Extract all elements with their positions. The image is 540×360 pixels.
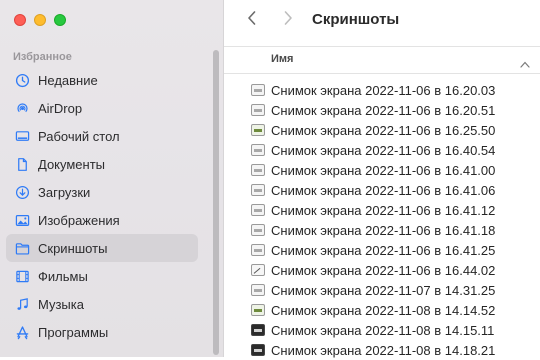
list-item[interactable]: Снимок экрана 2022-11-06 в 16.25.50 <box>224 120 540 140</box>
sidebar-item-recents[interactable]: Недавние <box>6 66 198 94</box>
file-name: Снимок экрана 2022-11-08 в 14.14.52 <box>271 302 496 318</box>
sidebar-item-label: Изображения <box>38 212 120 228</box>
file-name: Снимок экрана 2022-11-08 в 14.18.21 <box>271 342 496 358</box>
close-window-button[interactable] <box>14 14 26 26</box>
image-file-icon <box>251 264 265 276</box>
applications-icon <box>14 324 30 340</box>
sidebar-item-desktop[interactable]: Рабочий стол <box>6 122 198 150</box>
column-header-name[interactable]: Имя <box>224 46 540 74</box>
sidebar-section-title: Избранное <box>13 51 72 63</box>
file-name: Снимок экрана 2022-11-06 в 16.41.00 <box>271 162 496 178</box>
list-item[interactable]: Снимок экрана 2022-11-06 в 16.41.12 <box>224 200 540 220</box>
image-file-icon <box>251 184 265 196</box>
chevron-right-icon <box>282 10 294 31</box>
sidebar-item-applications[interactable]: Программы <box>6 318 198 346</box>
sidebar-item-airdrop[interactable]: AirDrop <box>6 94 198 122</box>
list-item[interactable]: Снимок экрана 2022-11-08 в 14.14.52 <box>224 300 540 320</box>
list-item[interactable]: Снимок экрана 2022-11-08 в 14.18.21 <box>224 340 540 360</box>
sidebar-item-label: Недавние <box>38 72 98 88</box>
file-name: Снимок экрана 2022-11-07 в 14.31.25 <box>271 282 496 298</box>
sidebar-item-label: AirDrop <box>38 100 83 116</box>
folder-icon <box>14 240 30 256</box>
file-name: Снимок экрана 2022-11-06 в 16.44.02 <box>271 262 496 278</box>
sidebar-item-label: Документы <box>38 156 106 172</box>
file-name: Снимок экрана 2022-11-06 в 16.41.18 <box>271 222 496 238</box>
window-controls <box>14 14 66 26</box>
file-name: Снимок экрана 2022-11-06 в 16.41.25 <box>271 242 496 258</box>
sidebar-scrollbar[interactable] <box>213 50 219 355</box>
file-name: Снимок экрана 2022-11-08 в 14.15.11 <box>271 322 495 338</box>
sidebar-item-movies[interactable]: Фильмы <box>6 262 198 290</box>
image-file-icon <box>251 144 265 156</box>
main-pane: Скриншоты Имя Снимок экрана 2022-11-06 в… <box>224 0 540 360</box>
list-item[interactable]: Снимок экрана 2022-11-07 в 14.31.25 <box>224 280 540 300</box>
image-file-icon <box>251 344 265 356</box>
image-file-icon <box>251 284 265 296</box>
download-icon <box>14 184 30 200</box>
photo-icon <box>14 212 30 228</box>
sidebar-item-label: Загрузки <box>38 184 91 200</box>
sidebar-item-label: Музыка <box>38 296 84 312</box>
file-name: Снимок экрана 2022-11-06 в 16.40.54 <box>271 142 496 158</box>
desktop-icon <box>14 128 30 144</box>
sidebar-item-screenshots[interactable]: Скриншоты <box>6 234 198 262</box>
document-icon <box>14 156 30 172</box>
column-header-label: Имя <box>271 53 294 65</box>
sidebar: Избранное Недавние AirDrop Рабочий стол … <box>0 0 224 357</box>
sidebar-item-label: Фильмы <box>38 268 88 284</box>
window-title: Скриншоты <box>312 11 400 28</box>
list-item[interactable]: Снимок экрана 2022-11-06 в 16.41.25 <box>224 240 540 260</box>
file-name: Снимок экрана 2022-11-06 в 16.20.51 <box>271 102 496 118</box>
film-icon <box>14 268 30 284</box>
image-file-icon <box>251 104 265 116</box>
music-icon <box>14 296 30 312</box>
sidebar-list: Недавние AirDrop Рабочий стол Документы … <box>6 66 198 346</box>
sidebar-item-downloads[interactable]: Загрузки <box>6 178 198 206</box>
image-file-icon <box>251 224 265 236</box>
sidebar-item-documents[interactable]: Документы <box>6 150 198 178</box>
list-item[interactable]: Снимок экрана 2022-11-08 в 14.15.11 <box>224 320 540 340</box>
list-item[interactable]: Снимок экрана 2022-11-06 в 16.20.51 <box>224 100 540 120</box>
image-file-icon <box>251 244 265 256</box>
list-item[interactable]: Снимок экрана 2022-11-06 в 16.44.02 <box>224 260 540 280</box>
file-list: Снимок экрана 2022-11-06 в 16.20.03 Сним… <box>224 80 540 360</box>
chevron-left-icon <box>246 10 258 31</box>
back-button[interactable] <box>242 10 262 30</box>
image-file-icon <box>251 324 265 336</box>
image-file-icon <box>251 124 265 136</box>
toolbar: Скриншоты <box>224 0 540 44</box>
sidebar-item-music[interactable]: Музыка <box>6 290 198 318</box>
sidebar-item-label: Рабочий стол <box>38 128 120 144</box>
list-item[interactable]: Снимок экрана 2022-11-06 в 16.41.00 <box>224 160 540 180</box>
minimize-window-button[interactable] <box>34 14 46 26</box>
sidebar-item-label: Скриншоты <box>38 240 108 256</box>
list-item[interactable]: Снимок экрана 2022-11-06 в 16.40.54 <box>224 140 540 160</box>
image-file-icon <box>251 204 265 216</box>
sidebar-item-pictures[interactable]: Изображения <box>6 206 198 234</box>
file-name: Снимок экрана 2022-11-06 в 16.41.06 <box>271 182 496 198</box>
image-file-icon <box>251 164 265 176</box>
file-name: Снимок экрана 2022-11-06 в 16.20.03 <box>271 82 496 98</box>
file-name: Снимок экрана 2022-11-06 в 16.41.12 <box>271 202 496 218</box>
file-name: Снимок экрана 2022-11-06 в 16.25.50 <box>271 122 496 138</box>
list-item[interactable]: Снимок экрана 2022-11-06 в 16.41.18 <box>224 220 540 240</box>
list-item[interactable]: Снимок экрана 2022-11-06 в 16.41.06 <box>224 180 540 200</box>
sidebar-item-label: Программы <box>38 324 109 340</box>
chevron-up-icon <box>520 55 530 73</box>
clock-icon <box>14 72 30 88</box>
image-file-icon <box>251 84 265 96</box>
list-item[interactable]: Снимок экрана 2022-11-06 в 16.20.03 <box>224 80 540 100</box>
airdrop-icon <box>14 100 30 116</box>
zoom-window-button[interactable] <box>54 14 66 26</box>
forward-button[interactable] <box>278 10 298 30</box>
image-file-icon <box>251 304 265 316</box>
